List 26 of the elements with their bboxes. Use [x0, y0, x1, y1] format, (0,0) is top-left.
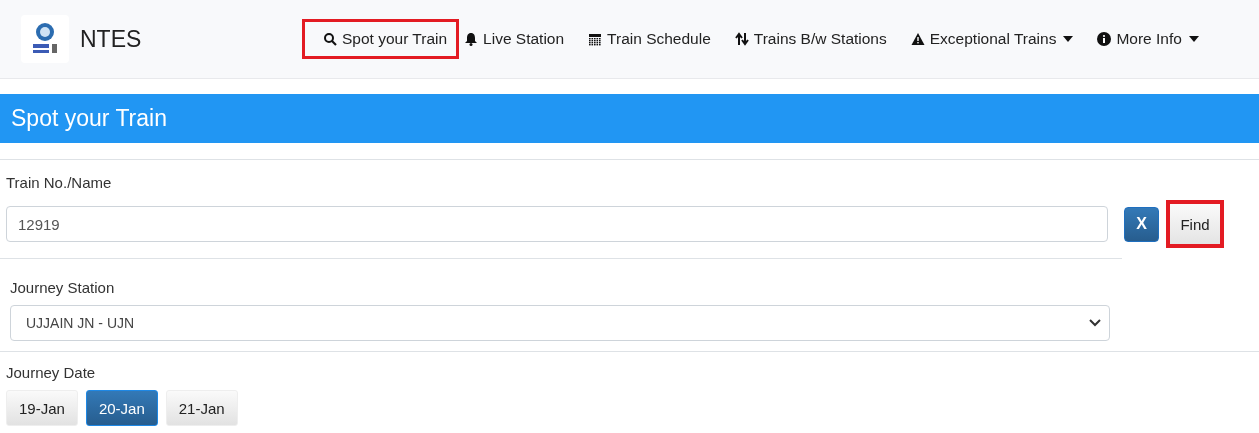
warning-icon [910, 32, 925, 46]
field-label: Journey Date [6, 364, 97, 381]
nav-link[interactable]: Live Station [457, 19, 572, 59]
date-button[interactable]: 20-Jan [85, 390, 158, 426]
field-label: Journey Station [10, 279, 116, 296]
clear-button[interactable]: X [1124, 206, 1159, 242]
nav-link[interactable]: More Info [1090, 19, 1206, 59]
nav-link[interactable]: Trains B/w Stations [727, 19, 894, 59]
search-icon [323, 32, 337, 46]
calendar-icon [588, 32, 603, 46]
find-button[interactable]: Find [1166, 200, 1224, 248]
chevron-icon [1089, 319, 1101, 327]
info-icon [1097, 32, 1112, 46]
station-select[interactable]: UJJAIN JN - UJN [10, 305, 1110, 341]
date-button[interactable]: 21-Jan [165, 390, 238, 426]
logo-icon [21, 15, 69, 63]
nav-link[interactable]: Train Schedule [581, 19, 718, 59]
nav-link[interactable]: Exceptional Trains [903, 19, 1081, 59]
bell-icon [464, 32, 479, 46]
field-label: Train No./Name [6, 174, 113, 191]
nav-link[interactable]: Spot your Train [302, 19, 460, 59]
page-title: Spot your Train [0, 94, 1259, 143]
brand-name: NTES [80, 25, 143, 53]
train-input-field[interactable]: 12919 [6, 206, 1108, 242]
sort-arrows-icon [734, 32, 749, 46]
date-button[interactable]: 19-Jan [6, 390, 78, 426]
